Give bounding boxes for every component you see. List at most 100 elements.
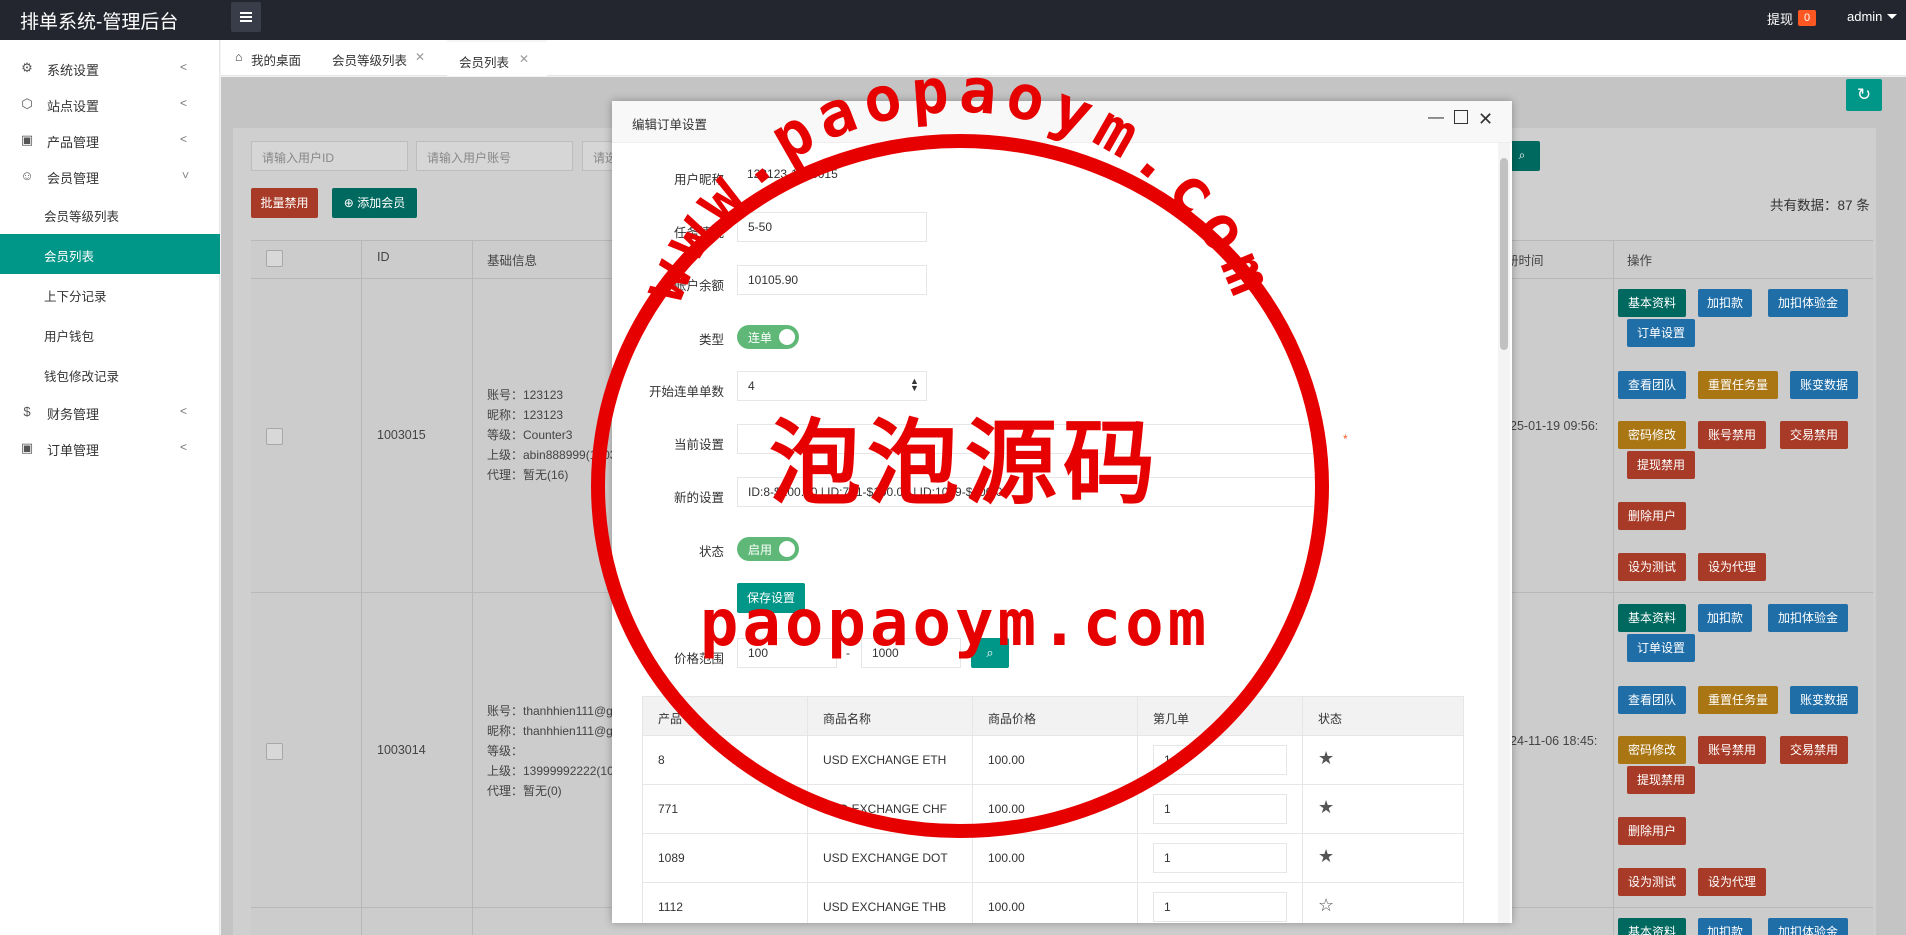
column-divider <box>1613 240 1614 935</box>
view-team-button[interactable]: 查看团队 <box>1618 686 1686 714</box>
minimize-icon[interactable]: — <box>1428 109 1444 127</box>
disable-account-button[interactable]: 账号禁用 <box>1698 421 1766 449</box>
user-id-search-input[interactable]: 请输入用户ID <box>251 141 408 171</box>
batch-disable-button[interactable]: 批量禁用 <box>251 188 318 218</box>
register-time: 25-01-19 09:56: <box>1510 419 1599 433</box>
star-icon[interactable]: ★ <box>1318 748 1334 769</box>
disable-trade-button[interactable]: 交易禁用 <box>1780 421 1848 449</box>
delete-user-button[interactable]: 删除用户 <box>1618 502 1686 530</box>
withdraw-link[interactable]: 提现 <box>1767 9 1793 28</box>
set-test-button[interactable]: 设为测试 <box>1618 868 1686 896</box>
star-outline-icon[interactable]: ☆ <box>1318 895 1334 916</box>
disable-withdraw-button[interactable]: 提现禁用 <box>1627 451 1695 479</box>
user-account-search-input[interactable]: 请输入用户账号 <box>416 141 573 171</box>
reset-tasks-button[interactable]: 重置任务量 <box>1698 686 1778 714</box>
add-exp-button[interactable]: 加扣体验金 <box>1768 289 1848 317</box>
sidebar-subitem-user-wallet[interactable]: 用户钱包 <box>0 314 220 354</box>
balance-input[interactable]: 10105.90 <box>737 265 927 295</box>
basic-info-button[interactable]: 基本资料 <box>1618 604 1686 632</box>
close-icon[interactable]: ✕ <box>1478 109 1493 130</box>
tab-desktop[interactable]: ⌂ 我的桌面 <box>231 40 317 76</box>
order-number-input[interactable]: 1 <box>1153 794 1287 824</box>
sidebar-item-system[interactable]: ⚙ 系统设置 < <box>0 50 220 86</box>
column-header-actions: 操作 <box>1627 254 1653 268</box>
stepper-icon[interactable]: ▲ ▼ <box>910 377 919 393</box>
start-count-input[interactable]: 4 <box>737 371 927 401</box>
price-max-input[interactable]: 1000 <box>861 638 961 668</box>
info-nickname: 昵称：123123 <box>487 408 564 422</box>
close-icon[interactable]: ✕ <box>415 50 425 64</box>
sidebar-item-products[interactable]: ▣ 产品管理 < <box>0 122 220 158</box>
dialog-title: 编辑订单设置 <box>632 118 708 132</box>
tab-member-levels[interactable]: 会员等级列表 ✕ <box>321 40 441 76</box>
sidebar-subitem-wallet-changes[interactable]: 钱包修改记录 <box>0 354 220 394</box>
menu-toggle-button[interactable] <box>231 2 261 32</box>
tab-member-list[interactable]: 会员列表 ✕ <box>447 40 547 76</box>
view-team-button[interactable]: 查看团队 <box>1618 371 1686 399</box>
new-settings-input[interactable]: ID:8-$100.00 | ID:771-$100.00 | ID:1089-… <box>737 477 1317 507</box>
password-change-button[interactable]: 密码修改 <box>1618 736 1686 764</box>
product-price: 100.00 <box>988 753 1025 767</box>
product-name: USD EXCHANGE THB <box>823 900 947 914</box>
sidebar-item-finance[interactable]: $ 财务管理 < <box>0 394 220 430</box>
account-changes-button[interactable]: 账变数据 <box>1790 371 1858 399</box>
order-settings-button[interactable]: 订单设置 <box>1627 319 1695 347</box>
add-member-button[interactable]: ⊕ 添加会员 <box>332 188 417 218</box>
order-number-input[interactable]: 1 <box>1153 843 1287 873</box>
account-changes-button[interactable]: 账变数据 <box>1790 686 1858 714</box>
order-number-input[interactable]: 1 <box>1153 745 1287 775</box>
column-divider <box>1302 785 1303 833</box>
status-switch[interactable]: 启用 <box>737 537 799 561</box>
header-status: 状态 <box>1318 712 1343 726</box>
dialog-scrollbar-thumb[interactable] <box>1500 158 1508 350</box>
nickname-value: 123123-1003015 <box>737 160 927 190</box>
column-divider <box>1302 883 1303 923</box>
current-settings-input[interactable] <box>737 424 1317 454</box>
column-divider <box>807 736 808 784</box>
set-agent-button[interactable]: 设为代理 <box>1698 553 1766 581</box>
order-number-input[interactable]: 1 <box>1153 892 1287 922</box>
add-deduct-button[interactable]: 加扣款 <box>1698 289 1752 317</box>
disable-trade-button[interactable]: 交易禁用 <box>1780 736 1848 764</box>
refresh-button[interactable]: ↻ <box>1846 79 1882 111</box>
password-change-button[interactable]: 密码修改 <box>1618 421 1686 449</box>
set-test-button[interactable]: 设为测试 <box>1618 553 1686 581</box>
type-label: 类型 <box>698 333 724 347</box>
close-icon[interactable]: ✕ <box>519 52 529 66</box>
order-settings-button[interactable]: 订单设置 <box>1627 634 1695 662</box>
basic-info-button[interactable]: 基本资料 <box>1618 289 1686 317</box>
price-min-input[interactable]: 100 <box>737 638 837 668</box>
set-agent-button[interactable]: 设为代理 <box>1698 868 1766 896</box>
save-settings-button[interactable]: 保存设置 <box>737 583 805 613</box>
add-deduct-button[interactable]: 加扣款 <box>1698 604 1752 632</box>
row-checkbox[interactable] <box>266 743 283 760</box>
row-checkbox[interactable] <box>266 428 283 445</box>
select-all-checkbox[interactable] <box>266 250 283 267</box>
sidebar-subitem-member-levels[interactable]: 会员等级列表 <box>0 194 220 234</box>
basic-info-button[interactable]: 基本资料 <box>1618 918 1686 935</box>
caret-down-icon[interactable] <box>1887 14 1897 19</box>
user-menu[interactable]: admin <box>1847 9 1882 24</box>
info-parent: 上级：abin888999(1003 <box>487 448 617 462</box>
type-switch[interactable]: 连单 <box>737 325 799 349</box>
sidebar-item-site[interactable]: ⬡ 站点设置 < <box>0 86 220 122</box>
reset-tasks-button[interactable]: 重置任务量 <box>1698 371 1778 399</box>
disable-account-button[interactable]: 账号禁用 <box>1698 736 1766 764</box>
sidebar-item-orders[interactable]: ▣ 订单管理 < <box>0 430 220 466</box>
star-icon[interactable]: ★ <box>1318 846 1334 867</box>
maximize-icon[interactable] <box>1454 110 1468 124</box>
add-deduct-button[interactable]: 加扣款 <box>1698 918 1752 935</box>
sidebar-subitem-balance-records[interactable]: 上下分记录 <box>0 274 220 314</box>
add-exp-button[interactable]: 加扣体验金 <box>1768 918 1848 935</box>
member-info: 账号：123123 昵称：123123 等级：Counter3 上级：abin8… <box>487 385 616 485</box>
info-account: 账号：123123 <box>487 388 564 402</box>
disable-withdraw-button[interactable]: 提现禁用 <box>1627 766 1695 794</box>
price-search-button[interactable]: ⌕ <box>971 638 1009 668</box>
sidebar-item-members[interactable]: ☺ 会员管理 < <box>0 158 220 194</box>
sidebar-subitem-member-list[interactable]: 会员列表 <box>0 234 220 274</box>
task-input[interactable]: 5-50 <box>737 212 927 242</box>
delete-user-button[interactable]: 删除用户 <box>1618 817 1686 845</box>
star-icon[interactable]: ★ <box>1318 797 1334 818</box>
add-exp-button[interactable]: 加扣体验金 <box>1768 604 1848 632</box>
column-divider <box>1137 834 1138 882</box>
